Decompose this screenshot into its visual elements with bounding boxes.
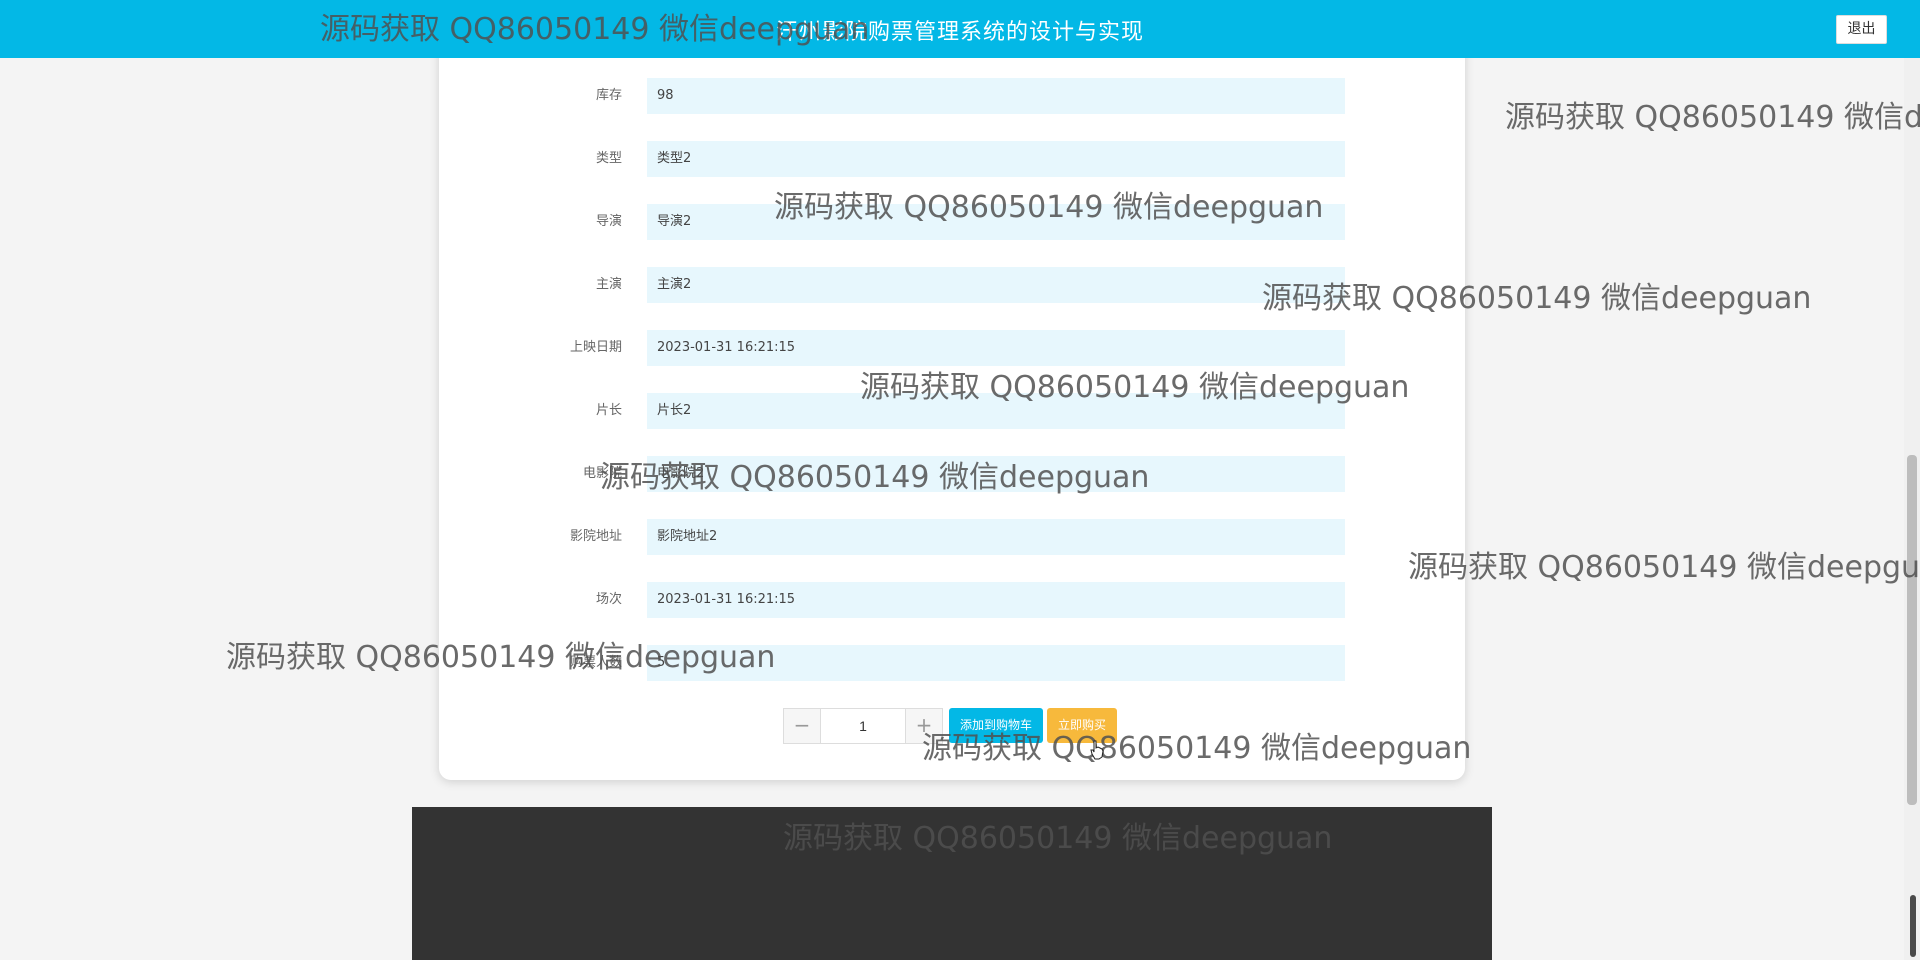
detail-label: 影院地址 [569,529,622,544]
detail-row-cast: 主演 主演2 [439,267,1465,303]
detail-value: 2023-01-31 16:21:15 [647,330,1345,366]
detail-label: 导演 [595,214,622,229]
detail-value: 导演2 [647,204,1345,240]
detail-row-director: 导演 导演2 [439,204,1465,240]
detail-row-stock: 库存 98 [439,78,1465,114]
increment-button[interactable]: + [906,709,942,743]
detail-label: 购票人数 [569,655,622,670]
detail-value: 98 [647,78,1345,114]
decrement-button[interactable]: − [784,709,820,743]
movie-detail-card: 库存 98 类型 类型2 导演 导演2 主演 主演2 上映日期 2023-01-… [439,20,1465,780]
detail-label: 电影院 [582,466,622,481]
detail-value: 5 [647,645,1345,681]
detail-row-duration: 片长 片长2 [439,393,1465,429]
detail-row-showtime: 场次 2023-01-31 16:21:15 [439,582,1465,618]
detail-label: 主演 [595,277,622,292]
detail-value: 类型2 [647,141,1345,177]
detail-value: 主演2 [647,267,1345,303]
page-footer [412,807,1492,960]
secondary-scrollbar[interactable] [1910,895,1916,957]
detail-row-cinema: 电影院 电影院2 [439,456,1465,492]
detail-row-cinema-address: 影院地址 影院地址2 [439,519,1465,555]
detail-row-ticket-count: 购票人数 5 [439,645,1465,681]
detail-row-type: 类型 类型2 [439,141,1465,177]
logout-button[interactable]: 退出 [1836,15,1887,44]
watermark-text: 源码获取 QQ86050149 微信deepguan [1505,100,1920,135]
add-to-cart-button[interactable]: 添加到购物车 [949,708,1043,743]
detail-value: 电影院2 [647,456,1345,492]
detail-label: 类型 [595,151,622,166]
detail-label: 库存 [595,88,622,103]
system-title: 汗州影院购票管理系统的设计与实现 [775,20,1144,45]
detail-value: 2023-01-31 16:21:15 [647,582,1345,618]
buy-now-button[interactable]: 立即购买 [1047,708,1117,743]
detail-value: 片长2 [647,393,1345,429]
hand-cursor-icon [1090,740,1104,760]
detail-label: 场次 [595,592,622,607]
watermark-text: 源码获取 QQ86050149 微信deepguan [1408,550,1920,585]
detail-label: 片长 [595,403,622,418]
quantity-input[interactable] [820,709,906,743]
top-navbar: 汗州影院购票管理系统的设计与实现 退出 [0,0,1920,58]
detail-value: 影院地址2 [647,519,1345,555]
quantity-stepper: − + [783,708,943,744]
detail-row-release-date: 上映日期 2023-01-31 16:21:15 [439,330,1465,366]
scrollbar-thumb[interactable] [1907,455,1917,805]
detail-label: 上映日期 [569,340,622,355]
